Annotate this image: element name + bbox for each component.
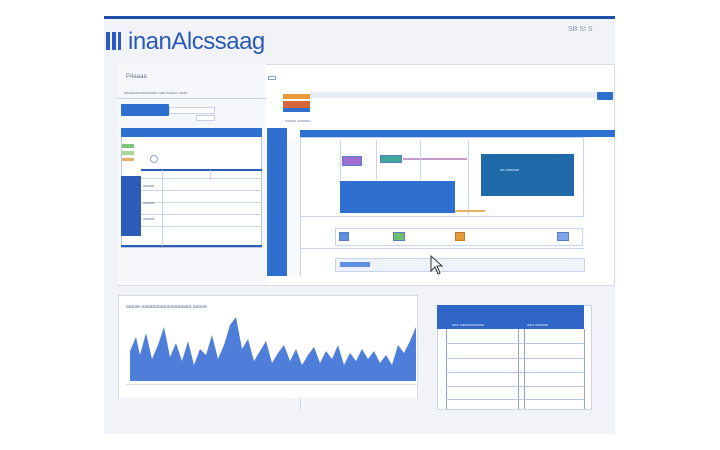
- left-panel-subtitle: aaaaaaaaaaaaaaa aaa aaaaa aaaa: [124, 90, 188, 95]
- table-rule: [121, 245, 262, 247]
- area-chart: [126, 315, 418, 381]
- table-card-row: [446, 343, 584, 344]
- middle-status: aaaaa aaaaaa: [285, 118, 311, 123]
- sidebar-label: aaaaa: [143, 183, 155, 188]
- table-col: [162, 170, 163, 246]
- track-rule: [300, 248, 584, 249]
- orange-tab[interactable]: [283, 94, 310, 99]
- table-card-header-right: aaa aaaaaa: [527, 322, 549, 327]
- tree-panel: [267, 128, 287, 276]
- table-card-col: [584, 329, 585, 409]
- left-table-header: [121, 128, 262, 137]
- track-item-blue[interactable]: [557, 232, 569, 241]
- table-card-col: [524, 329, 525, 409]
- header-meta-text: SB SI S: [568, 26, 593, 33]
- row-marker-green: [122, 144, 134, 148]
- tree-list: [287, 138, 301, 276]
- table-rule: [141, 202, 262, 203]
- table-rule: [141, 169, 262, 171]
- red-tab[interactable]: [283, 101, 310, 108]
- table-card-row: [446, 372, 584, 373]
- sidebar-label: aaaaa: [143, 200, 155, 205]
- row-marker-orange: [122, 158, 134, 161]
- flow-node-purple[interactable]: [342, 156, 362, 166]
- app-logo-text: inanAlcssaag: [128, 28, 265, 55]
- chart-axis: [126, 384, 418, 385]
- left-panel-title: P4aaaa: [126, 74, 147, 80]
- table-card-row: [446, 358, 584, 359]
- canvas-header: [300, 130, 615, 137]
- track-item-orange[interactable]: [455, 232, 465, 241]
- sidebar-label: aaaaa: [143, 216, 155, 221]
- selection-bar: [455, 210, 485, 212]
- node-box-label: aa aaaaaa: [500, 167, 519, 172]
- table-rule: [141, 214, 262, 215]
- blue-tab[interactable]: [283, 108, 310, 112]
- middle-toolbar: [310, 92, 615, 98]
- track-item-blue[interactable]: [339, 232, 349, 241]
- canvas-rule: [468, 140, 469, 215]
- selected-node[interactable]: [340, 181, 455, 213]
- status-strip: [335, 258, 585, 272]
- chart-card-title: aaaaa aaaaaaaaaaaaaaaaaa aaaaa: [126, 304, 207, 310]
- logo-bars-icon: [106, 32, 122, 50]
- toolbar-button[interactable]: [597, 92, 613, 100]
- table-card-col: [446, 329, 447, 409]
- tree-toolbar: [268, 76, 276, 80]
- cursor-pointer-icon: [430, 255, 444, 275]
- chart-footer: [118, 398, 418, 410]
- table-card-row: [446, 386, 584, 387]
- table-rule: [141, 226, 262, 227]
- table-card-col: [518, 329, 519, 409]
- chart-footer-divider: [300, 398, 301, 410]
- table-card-header-text: aaa aaaaaaaaaaa: [452, 322, 485, 327]
- left-table: [121, 128, 262, 248]
- status-strip-item[interactable]: [340, 262, 370, 267]
- track-item-green[interactable]: [393, 232, 405, 241]
- node-box[interactable]: [481, 154, 574, 196]
- refresh-icon[interactable]: [150, 155, 158, 163]
- primary-button[interactable]: [121, 104, 169, 116]
- table-card-row: [446, 399, 584, 400]
- flow-node-teal[interactable]: [380, 155, 402, 163]
- flow-connector: [403, 158, 467, 160]
- left-table-sidebar: [121, 176, 141, 236]
- table-rule: [141, 178, 262, 179]
- search-input[interactable]: [169, 107, 215, 114]
- table-rule: [141, 190, 262, 191]
- divider: [118, 98, 266, 99]
- canvas-rule: [376, 140, 377, 180]
- canvas-rule: [340, 140, 341, 180]
- secondary-input[interactable]: [196, 115, 215, 121]
- row-marker-green: [122, 151, 134, 155]
- canvas-rule: [420, 140, 421, 180]
- top-accent-bar: [104, 16, 615, 19]
- table-col: [210, 170, 211, 180]
